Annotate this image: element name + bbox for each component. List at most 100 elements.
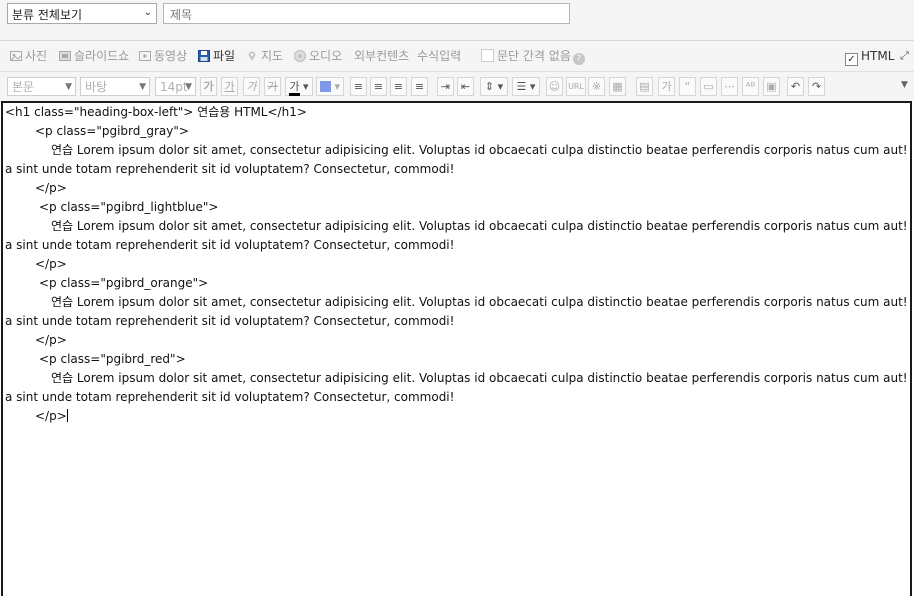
insert-photo-label: 사진 <box>25 49 48 63</box>
code-line: <p class="pgibrd_lightblue"> <box>5 198 910 217</box>
code-line: a sint unde totam reprehenderit sit id v… <box>5 388 910 407</box>
html-source-text: <h1 class="heading-box-left"> 연습용 HTML</… <box>5 103 910 426</box>
video-icon <box>139 51 151 61</box>
paragraph-text: 연습 Lorem ipsum dolor sit amet, consectet… <box>51 219 912 233</box>
redo-icon[interactable]: ↷ <box>808 77 825 96</box>
insert-formula-label: 수식입력 <box>417 49 462 63</box>
p-open-lightblue: <p class="pgibrd_lightblue"> <box>39 200 219 214</box>
line-spacing-icon[interactable]: ⇕ ▾ <box>480 77 508 96</box>
paragraph-text: 연습 Lorem ipsum dolor sit amet, consectet… <box>51 143 912 157</box>
insert-video-button[interactable]: 동영상 <box>139 47 187 65</box>
map-pin-icon <box>248 51 256 61</box>
no-spacing-label: 문단 간격 없음 <box>497 49 571 63</box>
insert-audio-button[interactable]: 오디오 <box>294 47 342 65</box>
insert-map-label: 지도 <box>261 49 284 63</box>
p-open-red: <p class="pgibrd_red"> <box>39 352 186 366</box>
insert-file-label: 파일 <box>213 49 236 63</box>
paragraph-text: 연습 Lorem ipsum dolor sit amet, consectet… <box>51 371 912 385</box>
insert-audio-label: 오디오 <box>309 49 343 63</box>
emoticon-icon[interactable]: ☺ <box>546 77 563 96</box>
help-icon[interactable]: ? <box>572 53 585 65</box>
box-style-icon[interactable]: 가 <box>658 77 675 96</box>
no-paragraph-spacing-toggle[interactable]: 문단 간격 없음? <box>481 47 585 65</box>
html-mode-toggle[interactable]: ✓ HTML <box>845 47 894 66</box>
undo-icon[interactable]: ↶ <box>787 77 804 96</box>
p-close: </p> <box>35 257 67 271</box>
audio-icon <box>294 50 306 62</box>
format-toolbar: 본문 ▼ 바탕 ▼ 14pt ▼ 가 가 가 가 가 ▾ ▾ ≡ ≡ ≡ ≡ ⇥ ⇤ … <box>0 72 914 101</box>
code-line: 연습 Lorem ipsum dolor sit amet, consectet… <box>5 141 910 160</box>
insert-video-label: 동영상 <box>154 49 188 63</box>
text-color-icon[interactable]: 가 ▾ <box>285 77 313 96</box>
paragraph-style-select[interactable]: 본문 ▼ <box>7 77 76 96</box>
code-line: 연습 Lorem ipsum dolor sit amet, consectet… <box>5 369 910 388</box>
insert-toolbar: 사진 슬라이드쇼 동영상 파일 지도 오디오 외부컨텐츠 수식입력 문단 간격 … <box>0 41 914 72</box>
insert-photo-button[interactable]: 사진 <box>10 47 47 65</box>
editor-header: 분류 전체보기 ⌄ 제목 <box>0 0 914 41</box>
slideshow-icon <box>59 51 71 61</box>
list-icon[interactable]: ☰ ▾ <box>512 77 540 96</box>
underline-icon[interactable]: 가 <box>221 77 238 96</box>
horizontal-line-icon[interactable]: ▭ <box>700 77 717 96</box>
title-placeholder: 제목 <box>170 8 193 22</box>
insert-file-button[interactable]: 파일 <box>198 47 235 65</box>
align-center-icon[interactable]: ≡ <box>370 77 387 96</box>
code-line: <h1 class="heading-box-left"> 연습용 HTML</… <box>5 103 910 122</box>
no-spacing-checkbox[interactable] <box>481 49 494 62</box>
code-line: <p class="pgibrd_orange"> <box>5 274 910 293</box>
font-family-select[interactable]: 바탕 ▼ <box>80 77 150 96</box>
italic-icon[interactable]: 가 <box>243 77 260 96</box>
quote-icon[interactable]: “ <box>679 77 696 96</box>
strikethrough-icon[interactable]: 가 <box>264 77 281 96</box>
insert-formula-button[interactable]: 수식입력 <box>417 47 461 65</box>
code-line: </p> <box>5 255 910 274</box>
p-close: </p> <box>35 181 67 195</box>
chevron-down-icon: ▼ <box>65 82 72 92</box>
more-separator-icon[interactable]: ⋯ <box>721 77 738 96</box>
paragraph-text: a sint unde totam reprehenderit sit id v… <box>5 162 455 176</box>
insert-map-button[interactable]: 지도 <box>246 47 283 65</box>
insert-external-content-button[interactable]: 외부컨텐츠 <box>354 47 409 65</box>
link-url-label: URL <box>568 82 584 91</box>
save-draft-icon[interactable]: ▣ <box>763 77 780 96</box>
text-caret <box>66 409 68 422</box>
p-open-gray: <p class="pgibrd_gray"> <box>35 124 189 138</box>
chevron-down-icon: ⌄ <box>143 7 152 18</box>
chevron-down-icon: ▼ <box>139 82 146 92</box>
p-open-orange: <p class="pgibrd_orange"> <box>39 276 209 290</box>
paragraph-text: a sint unde totam reprehenderit sit id v… <box>5 238 455 252</box>
code-line: <p class="pgibrd_red"> <box>5 350 910 369</box>
highlight-color-icon[interactable]: ▾ <box>316 77 344 96</box>
html-checkbox-checked-icon[interactable]: ✓ <box>845 53 858 66</box>
text-box-icon[interactable]: ▤ <box>636 77 653 96</box>
font-family-value: 바탕 <box>85 80 108 94</box>
special-character-icon[interactable]: ※ <box>588 77 605 96</box>
photo-icon <box>10 51 22 61</box>
spell-check-icon[interactable]: ᴬᴮ <box>742 77 759 96</box>
align-justify-icon[interactable]: ≡ <box>411 77 428 96</box>
paragraph-text: a sint unde totam reprehenderit sit id v… <box>5 390 455 404</box>
bold-icon[interactable]: 가 <box>200 77 217 96</box>
align-right-icon[interactable]: ≡ <box>390 77 407 96</box>
fullscreen-icon[interactable]: ⤢ <box>900 49 909 63</box>
font-size-value: 14pt <box>160 80 188 94</box>
indent-icon[interactable]: ⇥ <box>437 77 454 96</box>
code-line: </p> <box>5 407 910 426</box>
h1-line: <h1 class="heading-box-left"> 연습용 HTML</… <box>5 105 307 119</box>
insert-slideshow-label: 슬라이드쇼 <box>74 49 130 63</box>
outdent-icon[interactable]: ⇤ <box>457 77 474 96</box>
link-url-button[interactable]: URL <box>566 77 586 96</box>
category-select[interactable]: 분류 전체보기 ⌄ <box>7 3 157 24</box>
insert-slideshow-button[interactable]: 슬라이드쇼 <box>59 47 129 65</box>
code-line: 연습 Lorem ipsum dolor sit amet, consectet… <box>5 217 910 236</box>
paragraph-text: 연습 Lorem ipsum dolor sit amet, consectet… <box>51 295 912 309</box>
table-icon[interactable]: ▦ <box>609 77 626 96</box>
paragraph-style-value: 본문 <box>12 80 35 94</box>
title-input[interactable]: 제목 <box>163 3 570 24</box>
align-left-icon[interactable]: ≡ <box>350 77 367 96</box>
category-select-value: 분류 전체보기 <box>12 8 83 22</box>
code-line: 연습 Lorem ipsum dolor sit amet, consectet… <box>5 293 910 312</box>
toolbar-more-icon[interactable]: ▼ <box>901 80 908 90</box>
html-source-editor[interactable]: <h1 class="heading-box-left"> 연습용 HTML</… <box>1 101 912 596</box>
font-size-select[interactable]: 14pt ▼ <box>155 77 196 96</box>
